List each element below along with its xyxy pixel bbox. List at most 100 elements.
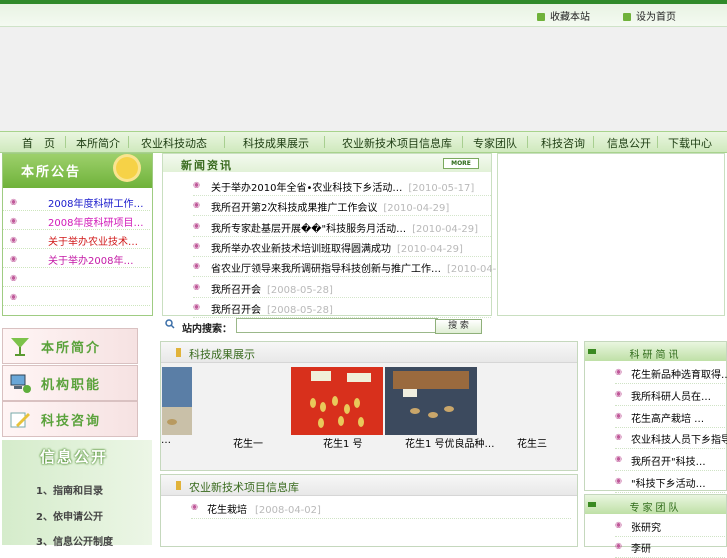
lamp-icon xyxy=(176,481,181,490)
info-open-title: 信息公开 xyxy=(40,448,109,466)
achievement-caption[interactable]: … xyxy=(161,435,171,446)
nav-divider xyxy=(657,136,658,148)
info-open-panel: 信息公开 1、指南和目录 2、依申请公开 3、信息公开制度 xyxy=(2,440,152,548)
experts-header: 专家团队 xyxy=(585,495,726,514)
tech-db-title: 农业新技术项目信息库 xyxy=(189,481,299,494)
expert-item[interactable]: ◉ 张研究 xyxy=(615,515,725,537)
nav-agri-tech-news[interactable]: 农业科技动态 xyxy=(141,135,207,151)
cocktail-glass-icon xyxy=(11,338,29,356)
notice-item[interactable]: ◉ xyxy=(3,287,150,306)
info-open-request-link[interactable]: 2、依申请公开 xyxy=(36,508,103,523)
nav-home[interactable]: 首 页 xyxy=(22,135,55,151)
bullet-icon: ◉ xyxy=(193,261,200,271)
research-title: 科研简讯 xyxy=(629,350,682,361)
bullet-icon: ◉ xyxy=(615,454,622,464)
search-button[interactable]: 搜 索 xyxy=(435,319,482,334)
achievement-photo[interactable] xyxy=(162,367,192,435)
nav-achievements[interactable]: 科技成果展示 xyxy=(243,135,309,151)
nav-tech-project-db[interactable]: 农业新技术项目信息库 xyxy=(342,135,452,151)
main-nav: 首 页 本所简介 农业科技动态 科技成果展示 农业新技术项目信息库 专家团队 科… xyxy=(0,131,727,153)
consulting-button[interactable]: 科技咨询 xyxy=(2,401,138,437)
right-top-box xyxy=(497,153,725,316)
nav-download[interactable]: 下载中心 xyxy=(668,135,712,151)
nav-divider xyxy=(128,136,129,148)
bullet-icon: ◉ xyxy=(193,240,200,250)
achievements-title: 科技成果展示 xyxy=(189,348,255,361)
research-item[interactable]: ◉ 我所召开"科技… xyxy=(615,449,725,472)
experts-title: 专家团队 xyxy=(629,503,682,514)
info-open-policy-link[interactable]: 3、信息公开制度 xyxy=(36,533,113,548)
nav-divider xyxy=(527,136,528,148)
bullet-icon: ◉ xyxy=(193,301,200,311)
nav-info-open[interactable]: 信息公开 xyxy=(607,135,651,151)
news-item[interactable]: ◉ 我所召开第2次科技成果推广工作会议 [2010-04-29] xyxy=(193,195,491,217)
research-item[interactable]: ◉ 花生高产栽培 … xyxy=(615,406,725,428)
more-button[interactable]: MORE xyxy=(443,158,479,169)
search-icon xyxy=(165,319,175,329)
expert-item[interactable]: ◉ 李研 xyxy=(615,536,725,558)
functions-button[interactable]: 机构职能 xyxy=(2,365,138,401)
bullet-icon: ◉ xyxy=(615,367,622,376)
bullet-icon: ◉ xyxy=(615,520,622,529)
search-input[interactable] xyxy=(236,318,438,333)
research-item[interactable]: ◉ 我所科研人员在… xyxy=(615,384,725,406)
site-search: 站内搜索： 搜 索 xyxy=(162,318,582,335)
tech-db-item[interactable]: ◉ 花生栽培 [2008-04-02] xyxy=(191,497,571,519)
achievement-photo[interactable] xyxy=(385,367,477,435)
notice-item[interactable]: ◉ 关于举办农业技术… xyxy=(3,230,150,249)
sun-icon xyxy=(116,157,138,179)
notice-list: ◉ 2008年度科研工作… ◉ 2008年度科研项目… ◉ 关于举办农业技术… ◉ 关于举办2… xyxy=(3,192,150,306)
pencil-paper-icon xyxy=(10,412,30,428)
achievements-header: 科技成果展示 xyxy=(161,342,577,363)
banner xyxy=(0,27,727,131)
achievement-photo[interactable] xyxy=(291,367,383,435)
bullet-icon: ◉ xyxy=(10,216,17,225)
bookmark-link[interactable]: 收藏本站 xyxy=(537,8,590,23)
nav-divider xyxy=(65,136,66,148)
news-item[interactable]: ◉ 我所召开会 [2008-05-28] xyxy=(193,277,491,298)
bullet-icon: ◉ xyxy=(615,476,622,485)
news-header: 新闻资讯 MORE xyxy=(163,154,491,172)
news-item[interactable]: ◉ 我所举办农业新技术培训班取得圆满成功 [2010-04-29] xyxy=(193,236,491,257)
achievement-caption[interactable]: 花生1 号 xyxy=(323,435,363,450)
achievement-caption[interactable]: 花生一 xyxy=(233,435,263,450)
nav-consulting[interactable]: 科技咨询 xyxy=(541,135,585,151)
top-bar: 收藏本站 设为首页 xyxy=(0,0,727,27)
bullet-icon: ◉ xyxy=(193,281,200,291)
news-item[interactable]: ◉ 我所专家赴基层开展��"科技服务月活动… [2010-04-29] xyxy=(193,216,491,237)
notice-item[interactable]: ◉ xyxy=(3,268,150,287)
bullet-icon: ◉ xyxy=(10,235,17,244)
tech-db-header: 农业新技术项目信息库 xyxy=(161,475,577,496)
home-icon xyxy=(623,13,631,21)
bookmark-icon xyxy=(537,13,545,21)
bullet-icon: ◉ xyxy=(10,254,17,263)
achievement-caption[interactable]: 花生1 号优良品种… xyxy=(405,435,495,450)
notice-header: 本所公告 xyxy=(3,154,152,188)
news-item[interactable]: ◉ 省农业厅领导来我所调研指导科技创新与推广工作… [2010-04-29] xyxy=(193,256,513,278)
bullet-icon: ◉ xyxy=(193,180,200,189)
news-panel: 新闻资讯 MORE ◉ 关于举办2010年全省•农业科技下乡活动… [2010-05… xyxy=(162,153,513,318)
about-button[interactable]: 本所简介 xyxy=(2,328,138,364)
research-item[interactable]: ◉ 花生新品种选育取得… xyxy=(615,362,727,384)
bullet-icon: ◉ xyxy=(10,292,17,301)
nav-divider xyxy=(593,136,594,148)
bullet-icon: ◉ xyxy=(10,273,17,282)
research-item[interactable]: ◉农业科技人员下乡指导… xyxy=(615,427,727,450)
bullet-icon: ◉ xyxy=(615,388,622,398)
news-item[interactable]: ◉ 我所召开会 [2008-05-28] xyxy=(193,297,491,318)
nav-experts[interactable]: 专家团队 xyxy=(473,135,517,151)
news-item[interactable]: ◉ 关于举办2010年全省•农业科技下乡活动… [2010-05-17] xyxy=(193,175,491,196)
nav-about[interactable]: 本所简介 xyxy=(76,135,120,151)
set-homepage-link[interactable]: 设为首页 xyxy=(623,8,676,23)
nav-divider xyxy=(224,136,225,148)
info-open-guide-link[interactable]: 1、指南和目录 xyxy=(36,482,103,497)
lamp-icon xyxy=(176,348,181,357)
notice-item[interactable]: ◉ 2008年度科研项目… xyxy=(3,211,150,230)
notice-item[interactable]: ◉ 关于举办2008年… xyxy=(3,249,150,268)
bullet-icon: ◉ xyxy=(615,410,622,420)
notice-item[interactable]: ◉ 2008年度科研工作… xyxy=(3,192,150,211)
research-item[interactable]: ◉ "科技下乡活动… xyxy=(615,471,725,493)
news-title: 新闻资讯 xyxy=(181,159,233,172)
notice-title: 本所公告 xyxy=(21,165,82,180)
achievement-caption[interactable]: 花生三 xyxy=(517,435,547,450)
